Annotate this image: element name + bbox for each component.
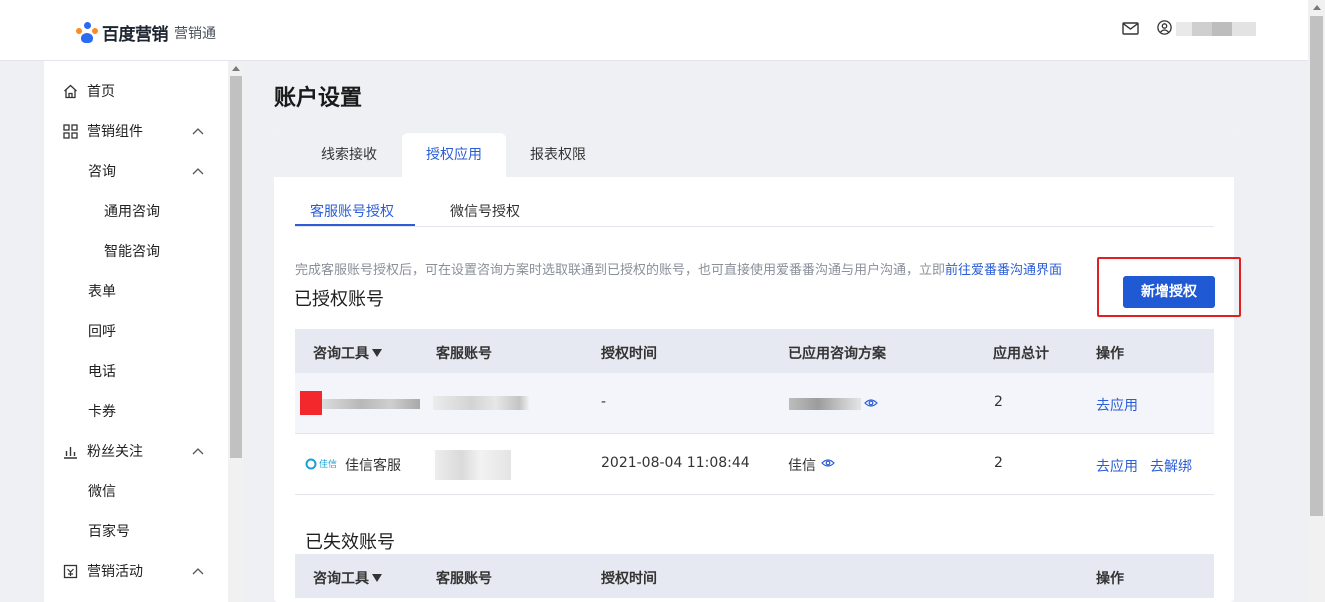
jiaxin-logo: 佳信 xyxy=(305,457,337,470)
tool-name-blurred xyxy=(322,399,420,409)
authorization-hint: 完成客服账号授权后，可在设置咨询方案时选取联通到已授权的账号，也可直接使用爱番番… xyxy=(295,259,1062,278)
sidebar-item-home[interactable]: 首页 xyxy=(44,71,228,111)
grid-icon xyxy=(63,124,78,139)
tab-lead-receive[interactable]: 线索接收 xyxy=(296,133,402,177)
settings-card: 线索接收 授权应用 报表权限 客服账号授权 微信号授权 完成客服账号授权后，可在… xyxy=(274,129,1234,602)
tab-report-permission[interactable]: 报表权限 xyxy=(506,133,610,177)
column-auth-time: 授权时间 xyxy=(601,571,657,587)
mail-icon[interactable] xyxy=(1122,22,1139,35)
logo[interactable]: 百度营销 营销通 xyxy=(76,20,216,45)
column-actions: 操作 xyxy=(1096,346,1124,362)
sidebar-item-marketing-components[interactable]: 营销组件 xyxy=(44,111,228,151)
sidebar-item-label: 回呼 xyxy=(88,324,116,340)
sidebar-item-label: 营销组件 xyxy=(87,124,143,140)
expired-accounts-title: 已失效账号 xyxy=(305,532,395,553)
tool-logo-blurred xyxy=(300,391,322,415)
table-row: 佳信 佳信客服 2021-08-04 11:08:44 佳信 2 去应用 去解绑 xyxy=(295,434,1214,495)
apply-link[interactable]: 去应用 xyxy=(1096,456,1138,476)
applied-plan: 佳信 xyxy=(788,458,816,474)
sidebar-item-label: 百家号 xyxy=(88,524,130,540)
apply-total: 2 xyxy=(994,455,1003,471)
sidebar-item-wechat[interactable]: 微信 xyxy=(44,471,228,511)
sidebar-item-label: 咨询 xyxy=(88,164,116,180)
table-row: - 2 去应用 xyxy=(295,373,1214,434)
account-blurred xyxy=(433,396,529,410)
account-blurred xyxy=(435,450,511,480)
sidebar-item-form[interactable]: 表单 xyxy=(44,271,228,311)
column-consult-tool[interactable]: 咨询工具 xyxy=(313,343,382,363)
sidebar-item-label: 粉丝关注 xyxy=(87,444,143,460)
highlight-annotation-box xyxy=(1097,257,1241,317)
home-icon xyxy=(64,84,77,99)
sidebar: 首页 营销组件 咨询 通用咨询 智能咨询 表单 回呼 电话 卡券 粉丝关注 微信… xyxy=(44,61,228,602)
apply-link[interactable]: 去应用 xyxy=(1096,395,1138,415)
goto-aifanfan-link[interactable]: 前往爱番番沟通界面 xyxy=(945,263,1062,278)
sidebar-item-fans[interactable]: 粉丝关注 xyxy=(44,431,228,471)
apply-total: 2 xyxy=(994,394,1003,410)
sidebar-item-label: 通用咨询 xyxy=(104,204,160,220)
plan-blurred xyxy=(789,398,861,410)
sidebar-item-consult[interactable]: 咨询 xyxy=(44,151,228,191)
unbind-link[interactable]: 去解绑 xyxy=(1150,456,1192,476)
column-service-account: 客服账号 xyxy=(436,346,492,362)
user-icon[interactable] xyxy=(1157,20,1172,35)
scroll-up-arrow-icon[interactable] xyxy=(1313,5,1321,10)
subtab-bar: 客服账号授权 微信号授权 xyxy=(295,189,1214,227)
sidebar-item-baijiahao[interactable]: 百家号 xyxy=(44,511,228,551)
sidebar-item-label: 卡券 xyxy=(88,404,116,420)
sidebar-item-coupon[interactable]: 卡券 xyxy=(44,391,228,431)
sidebar-item-label: 首页 xyxy=(87,84,115,100)
column-auth-time: 授权时间 xyxy=(601,346,657,362)
column-total: 应用总计 xyxy=(993,346,1049,362)
expired-table: 咨询工具 客服账号 授权时间 操作 xyxy=(295,554,1214,598)
bar-chart-icon xyxy=(64,447,77,459)
tool-name: 佳信客服 xyxy=(345,458,401,474)
tab-bar: 线索接收 授权应用 报表权限 xyxy=(274,129,1234,177)
column-service-account: 客服账号 xyxy=(436,571,492,587)
page-title: 账户设置 xyxy=(274,86,363,111)
table-header: 咨询工具 客服账号 授权时间 已应用咨询方案 应用总计 操作 xyxy=(295,329,1214,373)
subtab-wechat-account[interactable]: 微信号授权 xyxy=(450,201,520,221)
sidebar-item-smart-consult[interactable]: 智能咨询 xyxy=(44,231,228,271)
paw-logo-icon xyxy=(76,21,98,44)
sidebar-item-label: 智能咨询 xyxy=(104,244,160,260)
brand-name: 百度营销 xyxy=(102,25,169,45)
sidebar-item-phone[interactable]: 电话 xyxy=(44,351,228,391)
scroll-up-arrow-icon[interactable] xyxy=(232,66,240,71)
product-name: 营销通 xyxy=(174,25,216,42)
jiaxin-logo-icon xyxy=(305,458,317,469)
subtab-service-account[interactable]: 客服账号授权 xyxy=(310,201,394,221)
filter-icon[interactable] xyxy=(372,574,382,582)
chevron-up-icon xyxy=(192,568,204,575)
chevron-up-icon xyxy=(192,448,204,455)
sidebar-item-marketing-activity[interactable]: 营销活动 xyxy=(44,551,228,591)
eye-icon[interactable] xyxy=(821,458,835,468)
eye-icon[interactable] xyxy=(864,398,878,408)
column-applied-plan: 已应用咨询方案 xyxy=(788,346,886,362)
active-subtab-indicator xyxy=(295,224,415,226)
sidebar-scrollbar-thumb[interactable] xyxy=(230,76,242,458)
sidebar-item-label: 微信 xyxy=(88,484,116,500)
chevron-up-icon xyxy=(192,128,204,135)
gift-icon xyxy=(63,564,78,579)
column-consult-tool[interactable]: 咨询工具 xyxy=(313,568,382,588)
window-scrollbar-thumb[interactable] xyxy=(1310,16,1323,516)
table-header: 咨询工具 客服账号 授权时间 操作 xyxy=(295,554,1214,598)
sidebar-item-label: 电话 xyxy=(88,364,116,380)
top-bar: 百度营销 营销通 xyxy=(0,0,1308,61)
column-actions: 操作 xyxy=(1096,571,1124,587)
authorized-table: 咨询工具 客服账号 授权时间 已应用咨询方案 应用总计 操作 - 2 去应用 佳… xyxy=(295,329,1214,495)
hint-text: 完成客服账号授权后，可在设置咨询方案时选取联通到已授权的账号，也可直接使用爱番番… xyxy=(295,263,946,278)
username-blurred[interactable] xyxy=(1176,22,1256,36)
authorized-accounts-title: 已授权账号 xyxy=(294,289,384,310)
sidebar-item-callback[interactable]: 回呼 xyxy=(44,311,228,351)
sidebar-item-label: 营销活动 xyxy=(87,564,143,580)
tab-authorized-apps[interactable]: 授权应用 xyxy=(402,133,506,177)
filter-icon[interactable] xyxy=(372,349,382,357)
sidebar-item-general-consult[interactable]: 通用咨询 xyxy=(44,191,228,231)
chevron-up-icon xyxy=(192,168,204,175)
auth-time: - xyxy=(601,394,607,410)
auth-time: 2021-08-04 11:08:44 xyxy=(601,455,750,471)
sidebar-item-label: 表单 xyxy=(88,284,116,300)
